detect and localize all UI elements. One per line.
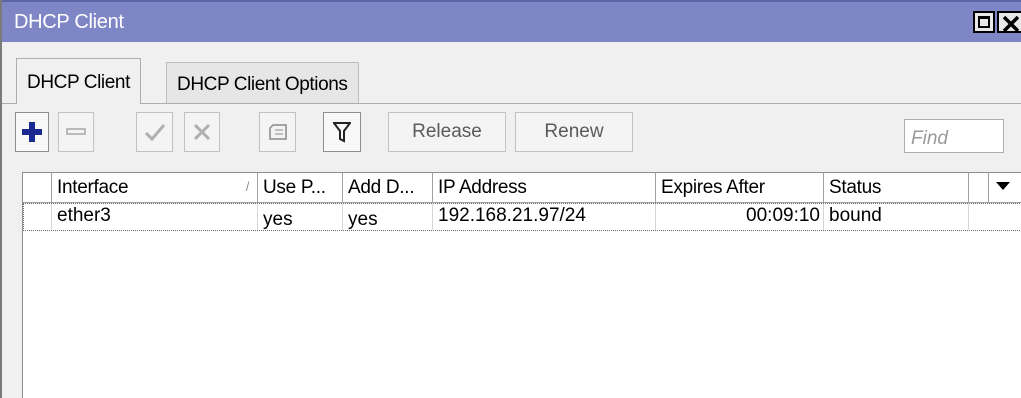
- column-label: Use P...: [263, 177, 326, 198]
- tab-label: DHCP Client Options: [177, 74, 348, 95]
- column-header-marker: [23, 173, 52, 203]
- column-header-status[interactable]: Status: [824, 173, 969, 203]
- column-header-spacer: [969, 173, 989, 203]
- close-icon[interactable]: [997, 11, 1021, 33]
- column-header-ip-address[interactable]: IP Address: [433, 173, 656, 203]
- column-header-expires-after[interactable]: Expires After: [656, 173, 824, 203]
- cell-add-default-route: yes: [343, 204, 433, 230]
- comment-button[interactable]: [259, 112, 296, 152]
- sort-ascending-icon: /: [245, 179, 250, 194]
- dhcp-client-window: DHCP Client DHCP Client DHCP Client Opti…: [0, 0, 1021, 398]
- tab-bar: DHCP Client DHCP Client Options: [2, 42, 1021, 104]
- find-input[interactable]: [904, 119, 1004, 153]
- column-chooser-chevron-down-icon[interactable]: [996, 181, 1010, 191]
- cross-icon: [193, 123, 211, 141]
- renew-label: Renew: [544, 121, 604, 142]
- column-label: IP Address: [438, 177, 527, 198]
- disable-button[interactable]: [184, 112, 220, 152]
- window-title: DHCP Client: [14, 11, 124, 33]
- renew-button[interactable]: Renew: [515, 112, 633, 152]
- column-label: Expires After: [661, 177, 765, 198]
- table-row[interactable]: ether3 yes yes 192.168.21.97/24 00:09:10…: [23, 203, 1021, 231]
- row-marker: [24, 204, 52, 230]
- cell-interface: ether3: [52, 204, 258, 230]
- tab-dhcp-client[interactable]: DHCP Client: [16, 58, 141, 104]
- column-label: Interface: [57, 177, 129, 198]
- cell-expires-after: 00:09:10: [656, 204, 824, 230]
- cell-status: bound: [824, 204, 969, 230]
- column-label: Add D...: [348, 177, 415, 198]
- plus-icon: [22, 122, 42, 142]
- tab-label: DHCP Client: [27, 72, 130, 93]
- add-button[interactable]: [15, 112, 49, 152]
- toolbar: Release Renew: [2, 104, 1021, 164]
- filter-button[interactable]: [323, 112, 361, 152]
- release-label: Release: [412, 121, 482, 142]
- minus-icon: [66, 128, 86, 135]
- dhcp-client-table: Interface / Use P... Add D... IP Address…: [22, 172, 1021, 398]
- restore-icon[interactable]: [973, 11, 995, 33]
- filter-icon: [333, 122, 351, 143]
- column-header-interface[interactable]: Interface /: [52, 173, 258, 203]
- enable-button[interactable]: [136, 112, 173, 152]
- tab-dhcp-client-options[interactable]: DHCP Client Options: [166, 62, 359, 104]
- remove-button[interactable]: [58, 112, 94, 152]
- cell-use-peer-dns: yes: [258, 204, 343, 230]
- title-bar[interactable]: DHCP Client: [2, 0, 1021, 42]
- cell-ip-address: 192.168.21.97/24: [433, 204, 656, 230]
- release-button[interactable]: Release: [388, 112, 506, 152]
- column-header-add-default-route[interactable]: Add D...: [343, 173, 433, 203]
- column-label: Status: [829, 177, 882, 198]
- column-header-use-peer-dns[interactable]: Use P...: [258, 173, 343, 203]
- check-icon: [144, 124, 165, 142]
- note-icon: [268, 124, 287, 140]
- table-header: Interface / Use P... Add D... IP Address…: [23, 173, 1021, 203]
